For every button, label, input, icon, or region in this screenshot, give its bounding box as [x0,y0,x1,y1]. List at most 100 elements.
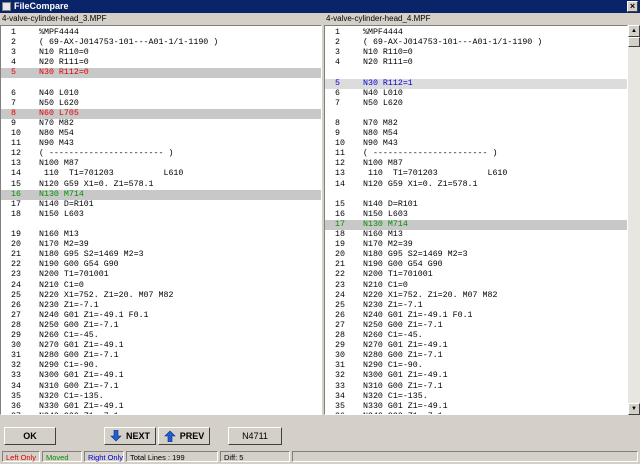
code-line[interactable]: 18 N160 M13 [325,230,627,240]
line-number: 33 [11,371,21,381]
line-number: 6 [11,88,16,98]
line-text: N40 L010 [39,88,79,98]
code-line[interactable]: 22 N200 T1=701001 [325,270,627,280]
code-line[interactable]: 32 N300 G01 Z1=-49.1 [325,371,627,381]
code-line[interactable]: 30 N270 G01 Z1=-49.1 [1,341,321,351]
line-number: 21 [335,260,345,270]
code-line[interactable]: 6 N40 L010 [325,89,627,99]
code-line[interactable]: 11 N90 M43 [1,139,321,149]
code-line[interactable]: 2 ( 69-AX-J014753-101---A01-1/1-1190 ) [325,38,627,48]
code-line[interactable]: 26 N230 Z1=-7.1 [1,301,321,311]
code-line[interactable]: 15 N140 D=R101 [325,200,627,210]
scroll-down-icon[interactable]: ▼ [628,403,640,415]
code-line[interactable]: 25 N230 Z1=-7.1 [325,301,627,311]
code-line[interactable]: 28 N260 C1=-45. [325,331,627,341]
line-text: N300 G01 Z1=-49.1 [39,371,124,381]
code-line[interactable]: 37 N340 G00 Z1=-7.1 [1,412,321,414]
code-line[interactable]: 22 N190 G00 G54 G90 [1,260,321,270]
code-line[interactable]: 24 N210 C1=0 [1,281,321,291]
code-line[interactable] [1,220,321,230]
code-line[interactable]: 36 N330 G01 Z1=-49.1 [1,402,321,412]
left-file-pane[interactable]: 1 %MPF4444 2 ( 69-AX-J014753-101---A01-1/1-… [0,25,322,415]
code-line[interactable]: 13 110 T1=701203 L610 [325,169,627,179]
code-line[interactable]: 35 N320 C1=-135. [1,392,321,402]
code-line[interactable]: 34 N320 C1=-135. [325,392,627,402]
code-line[interactable]: 20 N170 M2=39 [1,240,321,250]
vertical-scrollbar[interactable]: ▲ ▼ [628,25,640,415]
code-line[interactable]: 13 N100 M87 [1,159,321,169]
code-line[interactable]: 21 N180 G95 S2=1469 M2=3 [1,250,321,260]
code-line[interactable]: 32 N290 C1=-90. [1,361,321,371]
scroll-thumb[interactable] [628,37,640,47]
code-line[interactable]: 9 N80 M54 [325,129,627,139]
code-line[interactable]: 8 N70 M82 [325,119,627,129]
code-line[interactable]: 15 N120 G59 X1=0. Z1=578.1 [1,180,321,190]
line-text: N60 L705 [39,108,79,118]
code-line[interactable]: 16 N150 L603 [325,210,627,220]
code-line[interactable]: 23 N200 T1=701001 [1,270,321,280]
code-line[interactable]: 7 N50 L620 [1,99,321,109]
code-line[interactable]: 21 N190 G00 G54 G90 [325,260,627,270]
code-line[interactable]: 35 N330 G01 Z1=-49.1 [325,402,627,412]
code-line[interactable]: 10 N90 M43 [325,139,627,149]
code-line[interactable]: 25 N220 X1=752. Z1=20. M07 M82 [1,291,321,301]
code-line[interactable]: 30 N280 G00 Z1=-7.1 [325,351,627,361]
ok-button[interactable]: OK [4,427,56,445]
code-line[interactable]: 10 N80 M54 [1,129,321,139]
code-line[interactable]: 33 N310 G00 Z1=-7.1 [325,382,627,392]
code-line[interactable]: 29 N270 G01 Z1=-49.1 [325,341,627,351]
code-line[interactable]: 36 N340 G00 Z1=-7.1 [325,412,627,414]
code-line[interactable]: 19 N160 M13 [1,230,321,240]
code-line[interactable]: 5 N30 R112=0 [1,68,321,79]
code-line[interactable]: 2 ( 69-AX-J014753-101---A01-1/1-1190 ) [1,38,321,48]
code-line[interactable]: 27 N240 G01 Z1=-49.1 F0.1 [1,311,321,321]
code-line[interactable]: 28 N250 G00 Z1=-7.1 [1,321,321,331]
code-line[interactable]: 33 N300 G01 Z1=-49.1 [1,371,321,381]
code-line[interactable]: 5 N30 R112=1 [325,78,627,89]
code-line[interactable]: 19 N170 M2=39 [325,240,627,250]
code-line[interactable]: 24 N220 X1=752. Z1=20. M07 M82 [325,291,627,301]
next-button[interactable]: NEXT [104,427,156,445]
code-line[interactable] [325,68,627,78]
close-button[interactable]: × [627,1,638,12]
code-line[interactable] [325,190,627,200]
code-line[interactable] [1,79,321,89]
code-line[interactable] [325,109,627,119]
code-line[interactable]: 7 N50 L620 [325,99,627,109]
scroll-up-icon[interactable]: ▲ [628,25,640,37]
code-line[interactable]: 4 N20 R111=0 [325,58,627,68]
code-line[interactable]: 29 N260 C1=-45. [1,331,321,341]
code-line[interactable]: 34 N310 G00 Z1=-7.1 [1,382,321,392]
code-line[interactable]: 31 N280 G00 Z1=-7.1 [1,351,321,361]
code-line[interactable]: 27 N250 G00 Z1=-7.1 [325,321,627,331]
code-line[interactable]: 17 N140 D=R101 [1,200,321,210]
prev-button[interactable]: PREV [158,427,210,445]
code-line[interactable]: 14 110 T1=701203 L610 [1,169,321,179]
line-number: 26 [11,300,21,310]
code-line[interactable]: 11 ( ----------------------- ) [325,149,627,159]
code-line[interactable]: 16 N130 M714 [1,189,321,200]
code-line[interactable]: 3 N10 R110=0 [1,48,321,58]
code-line[interactable]: 1 %MPF4444 [325,28,627,38]
code-line[interactable]: 23 N210 C1=0 [325,281,627,291]
code-line[interactable]: 31 N290 C1=-90. [325,361,627,371]
line-text: ( 69-AX-J014753-101---A01-1/1-1190 ) [39,38,219,48]
code-line[interactable]: 14 N120 G59 X1=0. Z1=578.1 [325,180,627,190]
line-text: 110 T1=701203 L610 [39,169,184,179]
code-line[interactable]: 20 N180 G95 S2=1469 M2=3 [325,250,627,260]
code-line[interactable]: 3 N10 R110=0 [325,48,627,58]
code-line[interactable]: 8 N60 L705 [1,108,321,119]
code-line[interactable]: 17 N130 M714 [325,219,627,230]
code-line[interactable]: 9 N70 M82 [1,119,321,129]
code-line[interactable]: 12 N100 M87 [325,159,627,169]
line-number: 19 [11,230,21,239]
code-line[interactable]: 4 N20 R111=0 [1,58,321,68]
code-line[interactable]: 12 ( ----------------------- ) [1,149,321,159]
goto-button[interactable]: N4711 [228,427,282,445]
code-line[interactable]: 6 N40 L010 [1,89,321,99]
code-line[interactable]: 1 %MPF4444 [1,28,321,38]
code-line[interactable]: 18 N150 L603 [1,210,321,220]
right-file-pane[interactable]: 1 %MPF4444 2 ( 69-AX-J014753-101---A01-1/1-… [324,25,628,415]
code-line[interactable]: 26 N240 G01 Z1=-49.1 F0.1 [325,311,627,321]
line-text: N240 G01 Z1=-49.1 F0.1 [363,310,473,320]
